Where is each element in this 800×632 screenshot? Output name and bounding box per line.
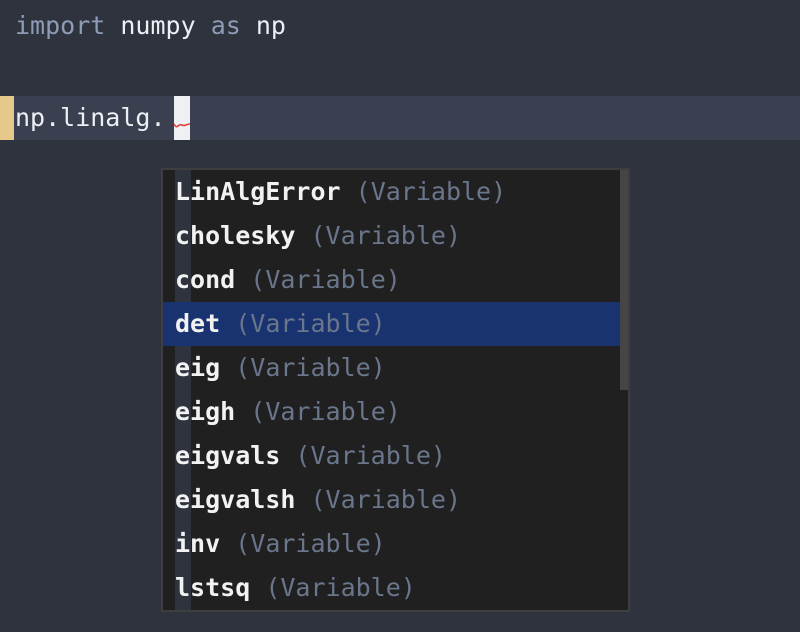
completion-item[interactable]: cond (Variable) [163, 258, 620, 302]
completion-name: cond (Variable) [175, 265, 401, 294]
popup-scrollbar[interactable] [620, 170, 628, 390]
completion-item[interactable]: lstsq (Variable) [163, 566, 620, 610]
completion-item[interactable]: eigh (Variable) [163, 390, 620, 434]
keyword-import: import [15, 11, 106, 40]
completion-type: (Variable) [235, 529, 386, 558]
completion-type: (Variable) [235, 353, 386, 382]
completion-item[interactable]: eigvals (Variable) [163, 434, 620, 478]
completion-item[interactable]: inv (Variable) [163, 522, 620, 566]
completion-name: eigvals (Variable) [175, 441, 446, 470]
completion-name: lstsq (Variable) [175, 573, 416, 602]
completion-name: cholesky (Variable) [175, 221, 461, 250]
module-name: numpy [120, 11, 196, 40]
completion-name: eigh (Variable) [175, 397, 401, 426]
completion-item[interactable]: cholesky (Variable) [163, 214, 620, 258]
completion-item[interactable]: eigvalsh (Variable) [163, 478, 620, 522]
completion-type: (Variable) [310, 221, 461, 250]
error-squiggle-icon [174, 123, 190, 128]
change-marker-icon [0, 96, 14, 140]
autocomplete-popup[interactable]: LinAlgError (Variable) cholesky (Variable… [161, 168, 630, 612]
completion-name: eigvalsh (Variable) [175, 485, 461, 514]
code-line-import[interactable]: import numpy as np [15, 4, 286, 48]
code-text: np.linalg. [15, 103, 166, 132]
completion-name: LinAlgError (Variable) [175, 177, 507, 206]
completion-type: (Variable) [295, 441, 446, 470]
current-code-line[interactable]: np.linalg. [0, 96, 800, 140]
completion-name: inv (Variable) [175, 529, 386, 558]
completion-item[interactable]: eig (Variable) [163, 346, 620, 390]
module-alias: np [255, 11, 286, 40]
keyword-as: as [210, 11, 241, 40]
completion-item[interactable]: det (Variable) [163, 302, 620, 346]
completion-name: det (Variable) [175, 309, 386, 338]
completion-item[interactable]: LinAlgError (Variable) [163, 170, 620, 214]
completion-type: (Variable) [250, 265, 401, 294]
text-cursor [174, 96, 190, 140]
completion-type: (Variable) [310, 485, 461, 514]
completion-type: (Variable) [265, 573, 416, 602]
completion-name: eig (Variable) [175, 353, 386, 382]
completion-type: (Variable) [250, 397, 401, 426]
completion-type: (Variable) [355, 177, 507, 206]
completion-type: (Variable) [235, 309, 386, 338]
